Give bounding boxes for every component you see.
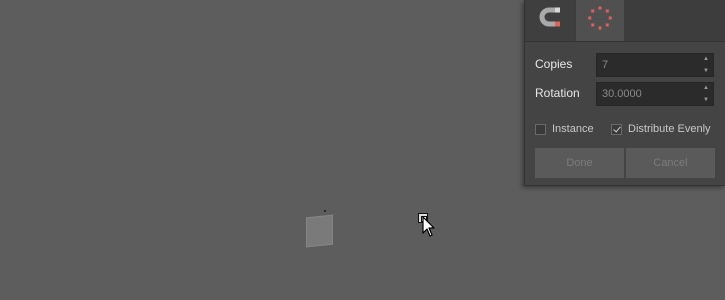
- distribute-evenly-checkbox[interactable]: [611, 123, 622, 135]
- instance-checkbox[interactable]: [535, 123, 546, 135]
- copies-row: Copies 7 ▲ ▼: [535, 53, 719, 77]
- distribute-evenly-label: Distribute Evenly: [628, 123, 711, 135]
- magnet-icon: [537, 4, 565, 37]
- copies-stepper[interactable]: ▲ ▼: [701, 56, 711, 74]
- instance-label: Instance: [552, 123, 594, 135]
- rotation-value: 30.0000: [602, 88, 642, 100]
- rotation-field[interactable]: 30.0000 ▲ ▼: [596, 82, 714, 106]
- copies-value: 7: [602, 59, 609, 71]
- done-button[interactable]: Done: [535, 148, 624, 178]
- rotation-label: Rotation: [535, 86, 580, 100]
- distribute-evenly-option[interactable]: Distribute Evenly: [611, 121, 711, 137]
- stepper-down-icon[interactable]: ▼: [703, 68, 709, 74]
- tab-snapping[interactable]: [527, 0, 575, 41]
- mouse-cursor-icon: [422, 216, 436, 243]
- selected-object[interactable]: [306, 214, 333, 248]
- instance-option[interactable]: Instance: [535, 121, 594, 137]
- radial-array-panel: Copies 7 ▲ ▼ Rotation 30.0000 ▲ ▼ Instan…: [524, 0, 725, 186]
- copies-field[interactable]: 7 ▲ ▼: [596, 53, 714, 77]
- stepper-down-icon[interactable]: ▼: [703, 97, 709, 103]
- rotation-stepper[interactable]: ▲ ▼: [701, 85, 711, 103]
- stepper-up-icon[interactable]: ▲: [703, 85, 709, 91]
- object-pivot-dot: [324, 210, 326, 212]
- rotation-row: Rotation 30.0000 ▲ ▼: [535, 82, 719, 106]
- radial-array-icon: [586, 4, 614, 37]
- stepper-up-icon[interactable]: ▲: [703, 56, 709, 62]
- tab-radial-array[interactable]: [576, 0, 624, 41]
- cancel-button[interactable]: Cancel: [626, 148, 715, 178]
- tool-tabbar: [525, 0, 725, 42]
- copies-label: Copies: [535, 57, 573, 71]
